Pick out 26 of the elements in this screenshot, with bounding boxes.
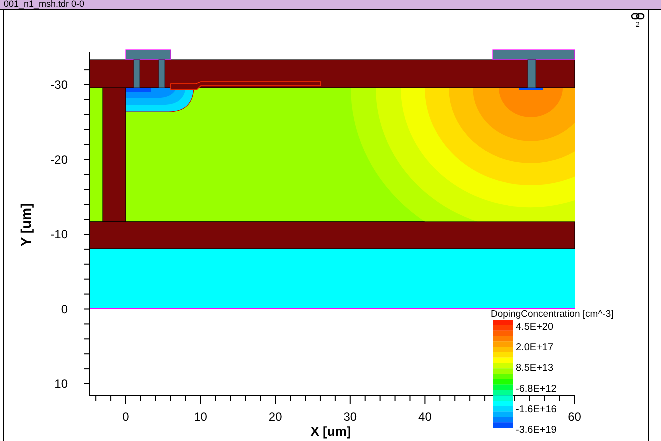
axis-tick-label: 20 <box>268 410 282 424</box>
legend-label: -6.8E+12 <box>516 384 557 395</box>
axis-tick-label: 40 <box>418 410 432 424</box>
legend-label: -3.6E+19 <box>516 425 557 436</box>
contact-via <box>134 60 140 88</box>
axis-tick-label: -30 <box>50 78 68 92</box>
link-icon[interactable] <box>631 13 645 20</box>
contact-pad <box>126 50 172 60</box>
axis-title: X [um] <box>310 424 352 439</box>
axis-tick-label: 60 <box>568 410 582 424</box>
contact-via <box>158 60 166 88</box>
axis-tick-label: 10 <box>194 410 208 424</box>
axis-tick-label: -10 <box>50 228 68 242</box>
axis-tick-label: 30 <box>344 410 358 424</box>
legend-label: -1.6E+16 <box>516 404 557 416</box>
legend-title: DopingConcentration [cm^-3] <box>491 309 614 320</box>
legend-label: 4.5E+20 <box>516 322 554 333</box>
title-bar: 001_n1_msh.tdr 0-0 <box>0 0 661 10</box>
axis-tick-label: 0 <box>122 410 130 424</box>
legend-label: 2.0E+17 <box>516 342 554 354</box>
contact-via <box>528 60 536 88</box>
axis-tick-label: 0 <box>61 302 68 316</box>
axis-tick-label: -20 <box>50 152 68 167</box>
axis-title: Y [um] <box>18 203 34 247</box>
legend-label: 8.5E+13 <box>516 363 554 374</box>
axis-tick-label: 10 <box>54 377 68 391</box>
